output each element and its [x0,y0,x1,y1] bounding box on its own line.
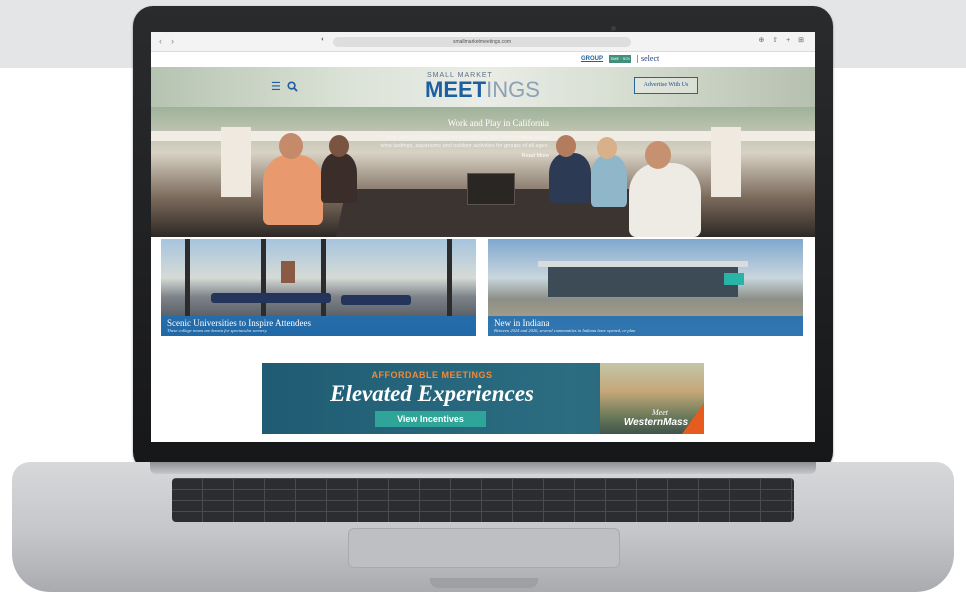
ad-headline: Elevated Experiences [330,381,534,406]
site-logo[interactable]: MEETINGS [425,79,540,101]
address-bar[interactable]: smallmarketmeetings.com [333,37,631,47]
convention-center [548,265,738,297]
card-title[interactable]: New in Indiana [494,318,797,328]
chevron-right-icon[interactable]: › [171,36,174,46]
person-head [329,135,349,157]
group-link[interactable]: GROUP [581,55,603,63]
window-frame [185,239,190,316]
article-card[interactable]: Scenic Universities to Inspire Attendees… [161,239,476,336]
sofa [341,295,411,305]
person-figure [591,155,627,207]
window-frame [261,239,266,316]
balcony-column [221,127,251,197]
advertise-button[interactable]: Advertise With Us [634,77,698,94]
article-card[interactable]: New in Indiana Between 2024 and 2026, se… [488,239,803,336]
hero-text: Work and Play in California These classi… [379,117,549,187]
balcony-column [711,127,741,197]
person-figure [321,153,357,203]
screen-display [724,273,744,285]
laptop-screen: ‹ › ◐ smallmarketmeetings.com ⊕ ⇧ + ⊞ GR… [151,32,815,442]
site-header: ☰ SMALL MARKET MEETINGS Advertise With U… [151,67,815,107]
logo-ings: INGS [486,77,540,102]
select-logo[interactable]: select [637,55,659,63]
hero-title[interactable]: Work and Play in California [379,117,549,129]
tower-building [281,261,295,283]
ad-kicker: AFFORDABLE MEETINGS [371,370,493,380]
laptop-trackpad [348,528,620,568]
person-head [279,133,303,159]
laptop-keyboard [172,478,794,522]
partner-logo[interactable]: SME · SOI [609,55,631,63]
shield-icon[interactable]: ◐ [321,36,325,43]
browser-toolbar: ‹ › ◐ smallmarketmeetings.com ⊕ ⇧ + ⊞ [151,32,815,52]
window-frame [321,239,326,316]
window-frame [447,239,452,316]
hero-banner[interactable]: Work and Play in California These classi… [151,107,815,237]
search-icon[interactable] [287,81,298,92]
card-title[interactable]: Scenic Universities to Inspire Attendees [167,318,470,328]
url-text: smallmarketmeetings.com [452,39,512,45]
read-more-link[interactable]: Read More [379,153,549,159]
person-head [597,137,617,159]
ad-brand-name: WesternMass [623,417,689,428]
camera-dot [611,26,616,31]
chevron-left-icon[interactable]: ‹ [159,36,162,46]
hero-description: These classic California leisure destina… [380,135,549,149]
group-bar: GROUP SME · SOI select [151,52,815,67]
card-caption: Scenic Universities to Inspire Attendees… [161,316,476,336]
roof-canopy [538,261,748,267]
person-figure [263,155,323,225]
logo-meet: MEET [425,77,487,102]
laptop-hinge [150,462,816,474]
person-figure [549,153,591,203]
card-caption: New in Indiana Between 2024 and 2026, se… [488,316,803,336]
card-subtitle: These college towns are known for specta… [167,328,268,333]
menu-icon[interactable]: ☰ [271,82,281,93]
person-figure [629,163,701,237]
card-subtitle: Between 2024 and 2026, several communiti… [494,328,636,333]
person-head [556,135,576,157]
person-head [645,141,671,169]
sofa [211,293,331,303]
ad-brand-meet: Meet [652,408,668,417]
view-incentives-button[interactable]: View Incentives [375,411,486,427]
advertisement-banner[interactable]: AFFORDABLE MEETINGS Elevated Experiences… [262,363,704,434]
laptop-lip [430,578,538,588]
toolbar-icons[interactable]: ⊕ ⇧ + ⊞ [758,36,807,44]
